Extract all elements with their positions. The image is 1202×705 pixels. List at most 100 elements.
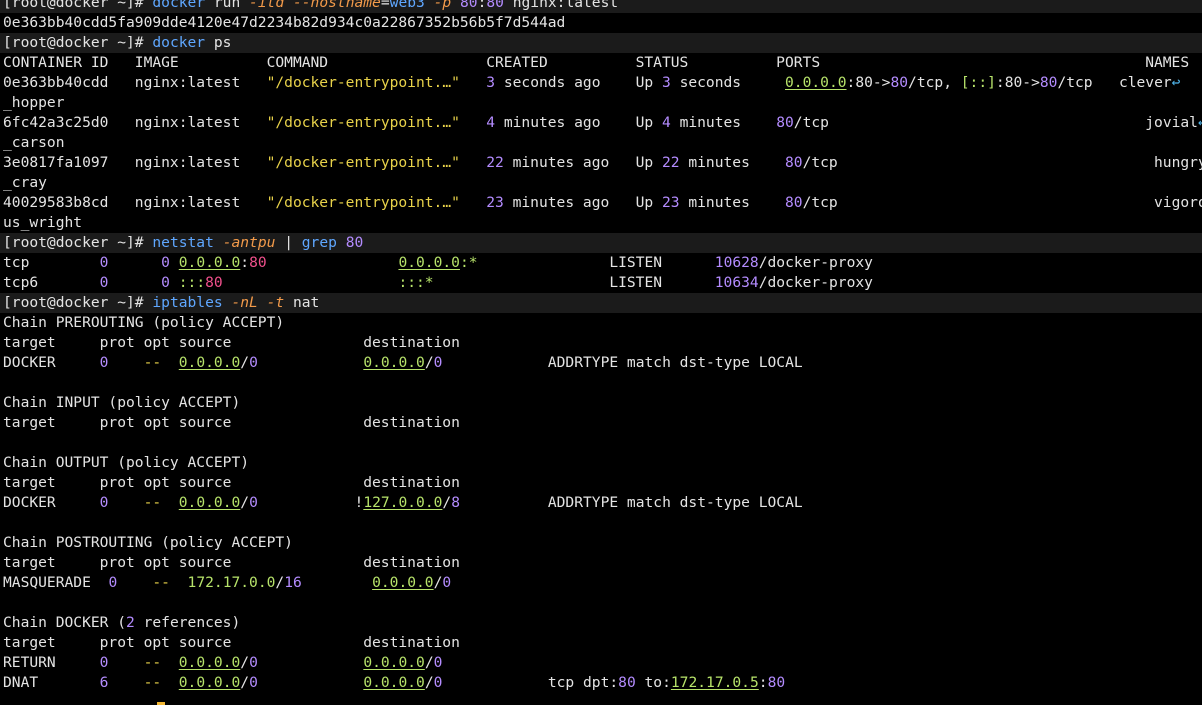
command-name: grep — [301, 234, 337, 251]
shell-prompt: [root@docker ~] — [3, 294, 135, 311]
text-segment: : — [758, 674, 768, 691]
output-line-ps-row-1: 0e363bb40cdd nginx:latest "/docker-entry… — [0, 73, 1202, 93]
command-flag: -p — [433, 0, 452, 11]
text-segment: seconds ago Up — [495, 74, 662, 91]
command-name: iptables — [152, 294, 223, 311]
text-segment: MASQUERADE — [3, 574, 109, 591]
number-value: 80 — [618, 674, 636, 691]
text-segment: tcp dpt: — [442, 674, 619, 691]
text-segment: minutes ago Up — [503, 194, 662, 211]
text-segment — [425, 0, 434, 11]
text-segment: = — [380, 0, 390, 11]
text-segment — [460, 194, 486, 211]
quoted-string: "/docker-entrypoint.…" — [266, 194, 460, 211]
number-value: 4 — [661, 114, 671, 131]
text-segment — [460, 154, 486, 171]
text-segment — [108, 274, 161, 291]
ip-address: :* — [459, 254, 478, 271]
output-line-chain-input: Chain INPUT (policy ACCEPT) — [0, 393, 1202, 413]
number-value: 80 — [776, 114, 794, 131]
output-line-ps-header: CONTAINER ID IMAGE COMMAND CREATED STATU… — [0, 53, 1202, 73]
output-line-ps-row-4: 40029583b8cd nginx:latest "/docker-entry… — [0, 193, 1202, 213]
command-flag: -antpu — [222, 234, 276, 251]
output-line-blank-1 — [0, 373, 1202, 393]
number-value: 0 — [249, 654, 258, 671]
output-line-blank-2 — [0, 433, 1202, 453]
text-segment — [161, 674, 179, 691]
text-segment — [460, 114, 486, 131]
command-name: docker — [152, 34, 206, 51]
terminal-window[interactable]: [root@docker ~]# docker run -itd --hostn… — [0, 0, 1202, 705]
output-line-chain-postrouting: Chain POSTROUTING (policy ACCEPT) — [0, 533, 1202, 553]
number-value: 10628 — [714, 254, 759, 271]
command-flag: -nL — [231, 294, 258, 311]
text-segment — [161, 354, 179, 371]
text-segment — [258, 354, 363, 371]
command-flag: -t — [266, 294, 285, 311]
text-segment: _hopper — [3, 94, 65, 111]
number-value: 80 — [890, 74, 909, 91]
text-segment: nginx:latest — [503, 0, 619, 11]
number-value: 80 — [205, 274, 223, 291]
number-value: 0 — [433, 654, 443, 671]
text-segment — [337, 234, 346, 251]
text-segment: us_wright — [3, 214, 83, 231]
text-segment — [108, 354, 143, 371]
text-segment: references) — [134, 614, 241, 631]
text-segment: Chain OUTPUT (policy ACCEPT) — [3, 454, 250, 471]
text-segment: LISTEN — [477, 254, 715, 271]
quoted-string: -- — [143, 354, 162, 371]
text-segment — [170, 274, 179, 291]
text-segment — [170, 574, 188, 591]
text-segment: DOCKER — [3, 354, 100, 371]
text-segment: 0e363bb40cdd5fa909dde4120e47d2234b82d934… — [3, 14, 566, 31]
text-segment: | — [275, 234, 302, 251]
text-segment — [108, 494, 143, 511]
quoted-string: "/docker-entrypoint.…" — [266, 114, 460, 131]
number-value: 23 — [661, 194, 680, 211]
output-line-ps-row-1-wrap: _hopper — [0, 93, 1202, 113]
number-value: 8 — [451, 494, 460, 511]
line-wrap-icon: ↩ — [1198, 114, 1202, 131]
number-value: 0 — [249, 494, 258, 511]
text-segment: / — [240, 494, 250, 511]
output-line-docker-rule-dnat: DNAT 6 -- 0.0.0.0/0 0.0.0.0/0 tcp dpt:80… — [0, 673, 1202, 693]
output-line-blank-3 — [0, 513, 1202, 533]
text-segment: :80-> — [995, 74, 1040, 91]
output-line-prerouting-header: target prot opt source destination — [0, 333, 1202, 353]
number-value: 22 — [486, 154, 504, 171]
ip-address: [::] — [960, 74, 996, 91]
ip-address: :::* — [398, 274, 434, 291]
quoted-string: "/docker-entrypoint.…" — [266, 74, 460, 91]
text-segment — [258, 674, 363, 691]
output-line-ps-row-2: 6fc42a3c25d0 nginx:latest "/docker-entry… — [0, 113, 1202, 133]
output-line-docker-chain-header: target prot opt source destination — [0, 633, 1202, 653]
text-segment: 40029583b8cd nginx:latest — [3, 194, 267, 211]
ip-address: 0.0.0.0 — [363, 654, 425, 671]
output-line-chain-docker: Chain DOCKER (2 references) — [0, 613, 1202, 633]
ip-address: 127.0.0.0 — [363, 494, 443, 511]
text-segment — [170, 254, 179, 271]
prompt-line-cmd-netstat: [root@docker ~]# netstat -antpu | grep 8… — [0, 233, 1202, 253]
text-segment: nat — [284, 294, 320, 311]
text-segment: minutes — [679, 154, 785, 171]
text-segment: ADDRTYPE match dst-type LOCAL — [459, 494, 803, 511]
text-segment — [451, 0, 460, 11]
output-line-input-header: target prot opt source destination — [0, 413, 1202, 433]
number-value: 2 — [126, 614, 135, 631]
text-segment: target prot opt source destination — [3, 334, 460, 351]
text-segment — [108, 654, 143, 671]
command-name: netstat — [152, 234, 214, 251]
quoted-string: "/docker-entrypoint.…" — [266, 154, 460, 171]
text-segment — [460, 74, 486, 91]
text-segment: minutes — [679, 194, 785, 211]
quoted-string: -- — [143, 494, 162, 511]
number-value: 80 — [345, 234, 364, 251]
output-line-ps-row-4-wrap: us_wright — [0, 213, 1202, 233]
number-value: 80 — [459, 0, 478, 11]
ip-address: 172.17.0.5 — [670, 674, 759, 691]
text-segment: Chain INPUT (policy ACCEPT) — [3, 394, 241, 411]
number-value: 3 — [486, 74, 496, 91]
prompt-line-cmd-docker-ps: [root@docker ~]# docker ps — [0, 33, 1202, 53]
text-segment: # — [134, 0, 153, 11]
